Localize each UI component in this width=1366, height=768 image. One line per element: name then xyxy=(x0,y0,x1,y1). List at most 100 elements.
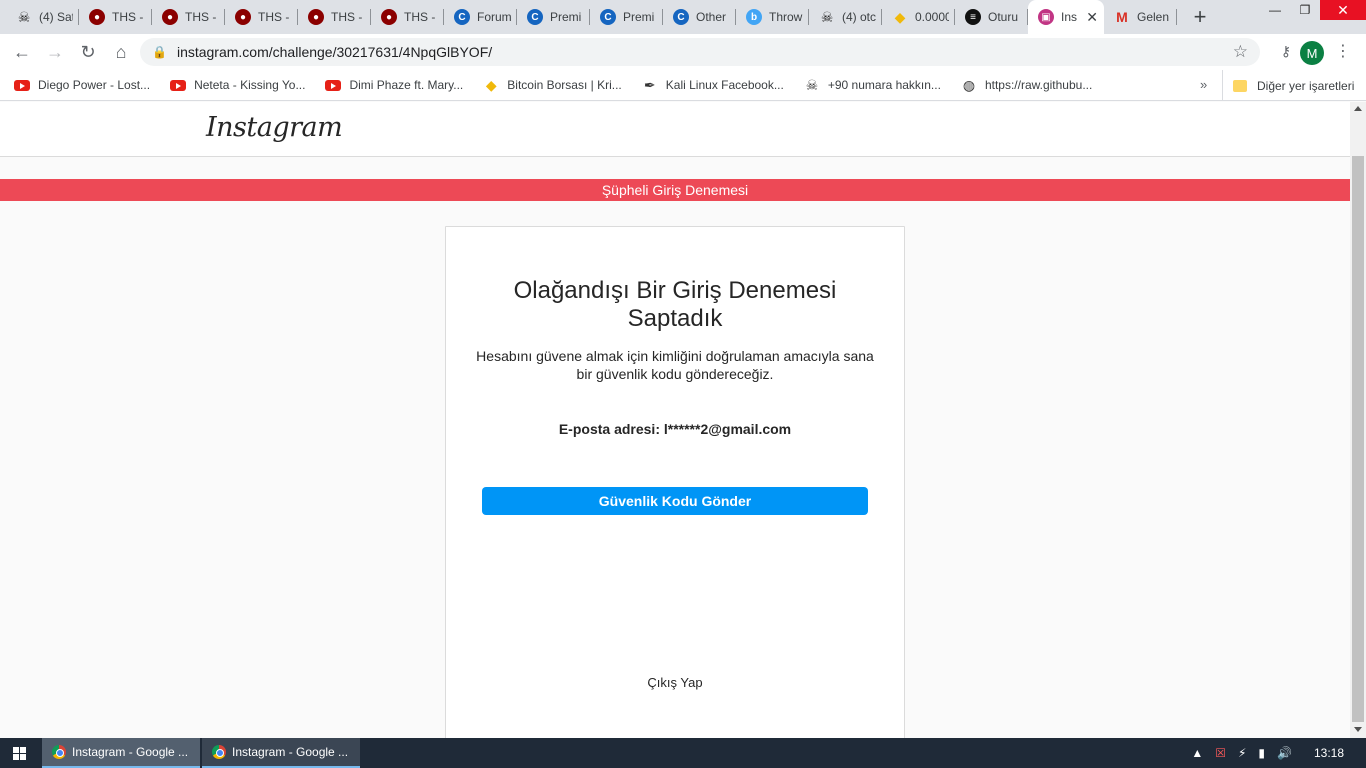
bookmark-3[interactable]: ◆ Bitcoin Borsası | Kri... xyxy=(483,77,622,93)
minimize-button[interactable]: — xyxy=(1260,0,1290,20)
send-security-code-button[interactable]: Güvenlik Kodu Gönder xyxy=(482,487,868,515)
tab-6[interactable]: C Forum xyxy=(444,0,517,34)
tab-0[interactable]: ☠ (4) Sat xyxy=(6,0,79,34)
tab-12[interactable]: ◆ 0.0000 xyxy=(882,0,955,34)
taskbar-item-chrome-2[interactable]: Instagram - Google ... xyxy=(202,738,360,768)
bookmark-0[interactable]: Diego Power - Lost... xyxy=(14,77,150,93)
tab-2[interactable]: ● THS - xyxy=(152,0,225,34)
tab-title: (4) otc xyxy=(842,10,876,24)
taskbar-item-label: Instagram - Google ... xyxy=(232,745,349,759)
close-window-button[interactable]: ✕ xyxy=(1320,0,1366,20)
instagram-logo[interactable]: Instagram xyxy=(206,112,343,143)
youtube-icon xyxy=(14,77,30,93)
tab-title: THS - xyxy=(331,10,363,24)
power-plug-icon[interactable]: ⚡ xyxy=(1238,746,1246,760)
window-controls: — ❐ ✕ xyxy=(1260,0,1366,34)
profile-avatar[interactable]: M xyxy=(1300,41,1324,65)
c-icon: C xyxy=(454,9,470,25)
home-button[interactable]: ⌂ xyxy=(106,37,136,67)
bookmark-label: Kali Linux Facebook... xyxy=(665,78,784,92)
challenge-card: Olağandışı Bir Giriş Denemesi Saptadık H… xyxy=(445,226,905,738)
tab-title: Oturu xyxy=(988,10,1019,24)
menu-kebab-icon[interactable]: ⋮ xyxy=(1335,37,1351,65)
tab-8[interactable]: C Premi xyxy=(590,0,663,34)
close-tab-icon[interactable]: ✕ xyxy=(1086,9,1098,26)
tab-14[interactable]: ▣ Ins ✕ xyxy=(1028,0,1104,34)
ths-icon: ● xyxy=(308,9,324,25)
email-address: E-posta adresi: l******2@gmail.com xyxy=(558,421,792,437)
instagram-icon: ▣ xyxy=(1038,9,1054,25)
tab-title: Gelen xyxy=(1137,10,1170,24)
tab-9[interactable]: C Other xyxy=(663,0,736,34)
bookmark-4[interactable]: ✒ Kali Linux Facebook... xyxy=(642,77,784,93)
chrome-icon xyxy=(52,745,66,759)
card-title: Olağandışı Bir Giriş Denemesi Saptadık xyxy=(513,277,837,332)
bookmarks-list: Diego Power - Lost... Neteta - Kissing Yo… xyxy=(14,77,1112,93)
system-tray: ▲ ☒ ⚡ ▮ 🔊 13:18 xyxy=(1191,738,1366,768)
other-bookmarks-label: Diğer yer işaretleri xyxy=(1257,78,1355,93)
forward-button[interactable]: → xyxy=(40,37,70,67)
bookmark-5[interactable]: ☠ +90 numara hakkın... xyxy=(804,77,941,93)
windows-taskbar: Instagram - Google ... Instagram - Googl… xyxy=(0,738,1366,768)
taskbar-clock[interactable]: 13:18 xyxy=(1314,746,1344,760)
globe-icon: ◍ xyxy=(962,76,976,93)
tab-7[interactable]: C Premi xyxy=(517,0,590,34)
binance-icon: ◆ xyxy=(894,8,906,25)
restore-button[interactable]: ❐ xyxy=(1290,0,1320,20)
ths-icon: ● xyxy=(235,9,251,25)
tab-13[interactable]: ≡ Oturu xyxy=(955,0,1028,34)
binance-icon: ◆ xyxy=(485,76,497,93)
tab-11[interactable]: ☠ (4) otc xyxy=(809,0,882,34)
bookmarks-bar: Diego Power - Lost... Neteta - Kissing Yo… xyxy=(0,70,1366,101)
ths-icon: ● xyxy=(89,9,105,25)
bookmarks-overflow-button[interactable]: » xyxy=(1200,77,1207,92)
tab-title: THS - xyxy=(112,10,144,24)
tab-1[interactable]: ● THS - xyxy=(79,0,152,34)
chrome-icon xyxy=(212,745,226,759)
c-icon: C xyxy=(600,9,616,25)
suspicious-login-banner: Şüpheli Giriş Denemesi xyxy=(0,179,1350,201)
skull-icon: ☠ xyxy=(820,8,834,25)
bookmark-2[interactable]: Dimi Phaze ft. Mary... xyxy=(325,77,463,93)
address-bar[interactable]: 🔒 instagram.com/challenge/30217631/4NpqG… xyxy=(140,38,1260,66)
bookmark-6[interactable]: ◍ https://raw.githubu... xyxy=(961,76,1093,93)
tab-15[interactable]: M Gelen xyxy=(1104,0,1177,34)
other-bookmarks[interactable]: Diğer yer işaretleri xyxy=(1222,70,1354,101)
tray-chevron-up-icon[interactable]: ▲ xyxy=(1191,746,1203,760)
password-key-icon[interactable]: ⚷ xyxy=(1271,36,1301,66)
bookmark-star-icon[interactable]: ☆ xyxy=(1233,42,1248,62)
reload-button[interactable]: ↻ xyxy=(73,37,103,67)
address-text[interactable]: instagram.com/challenge/30217631/4NpqGlB… xyxy=(177,44,492,60)
start-button[interactable] xyxy=(0,738,38,768)
bookmark-label: Bitcoin Borsası | Kri... xyxy=(507,78,622,92)
volume-icon[interactable]: 🔊 xyxy=(1277,746,1292,760)
bookmark-label: Neteta - Kissing Yo... xyxy=(194,78,306,92)
c-icon: C xyxy=(527,9,543,25)
new-tab-button[interactable]: + xyxy=(1183,0,1217,34)
bookmark-1[interactable]: Neteta - Kissing Yo... xyxy=(170,77,305,93)
tab-title: Throw xyxy=(769,10,803,24)
logout-link[interactable]: Çıkış Yap xyxy=(476,675,874,690)
back-button[interactable]: ← xyxy=(7,37,37,67)
network-error-icon[interactable]: ☒ xyxy=(1215,746,1226,760)
tab-10[interactable]: b Throw xyxy=(736,0,809,34)
tab-4[interactable]: ● THS - xyxy=(298,0,371,34)
b-icon: b xyxy=(746,9,762,25)
card-description: Hesabını güvene almak için kimliğini doğ… xyxy=(476,348,874,382)
tab-strip: ☠ (4) Sat ● THS - ● THS - ● THS - ● THS - ● THS -CF… xyxy=(0,0,1366,34)
signal-bars-icon[interactable]: ▮ xyxy=(1258,746,1265,760)
tab-3[interactable]: ● THS - xyxy=(225,0,298,34)
taskbar-item-label: Instagram - Google ... xyxy=(72,745,189,759)
tab-title: THS - xyxy=(258,10,290,24)
scroll-down-arrow-icon[interactable] xyxy=(1354,727,1362,732)
tab-title: THS - xyxy=(404,10,436,24)
kali-icon: ✒ xyxy=(643,76,656,93)
gmail-icon: M xyxy=(1116,9,1128,25)
tab-5[interactable]: ● THS - xyxy=(371,0,444,34)
c-icon: C xyxy=(673,9,689,25)
ths-icon: ● xyxy=(162,9,178,25)
page-scrollbar[interactable] xyxy=(1350,102,1366,738)
scroll-up-arrow-icon[interactable] xyxy=(1354,106,1362,111)
scrollbar-thumb[interactable] xyxy=(1352,156,1364,722)
taskbar-item-chrome-1[interactable]: Instagram - Google ... xyxy=(42,738,200,768)
